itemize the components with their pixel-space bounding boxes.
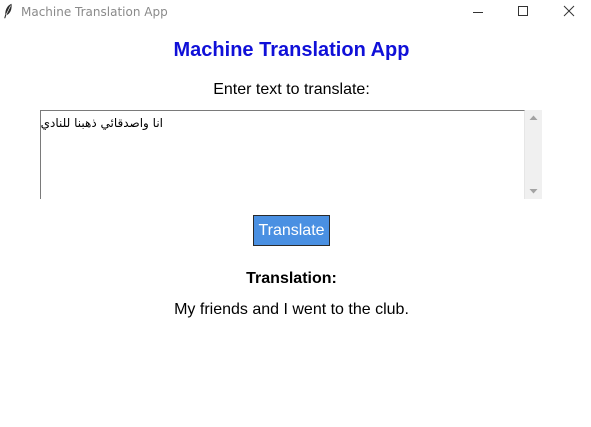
close-icon [563, 5, 575, 17]
minimize-button[interactable] [454, 0, 500, 24]
title-bar[interactable]: Machine Translation App [0, 0, 591, 24]
input-prompt-label: Enter text to translate: [213, 81, 370, 98]
scroll-up-arrow-icon[interactable] [525, 110, 542, 127]
app-heading: Machine Translation App [173, 39, 410, 61]
scroll-down-arrow-icon[interactable] [525, 182, 542, 199]
window-title: Machine Translation App [21, 5, 168, 19]
translation-label: Translation: [246, 270, 337, 287]
translate-button[interactable]: Translate [253, 215, 330, 246]
feather-icon [3, 3, 13, 19]
minimize-icon [473, 12, 483, 13]
maximize-button[interactable] [500, 0, 546, 24]
source-text-value: انا واصدقائي ذهبنا للنادي [40, 116, 163, 130]
translation-output: My friends and I went to the club. [174, 301, 409, 318]
app-window: Machine Translation App Machine Translat… [0, 0, 591, 427]
text-scrollbar[interactable] [525, 110, 542, 199]
maximize-icon [518, 6, 528, 16]
close-button[interactable] [546, 0, 591, 24]
source-text-input[interactable]: انا واصدقائي ذهبنا للنادي [40, 110, 525, 199]
